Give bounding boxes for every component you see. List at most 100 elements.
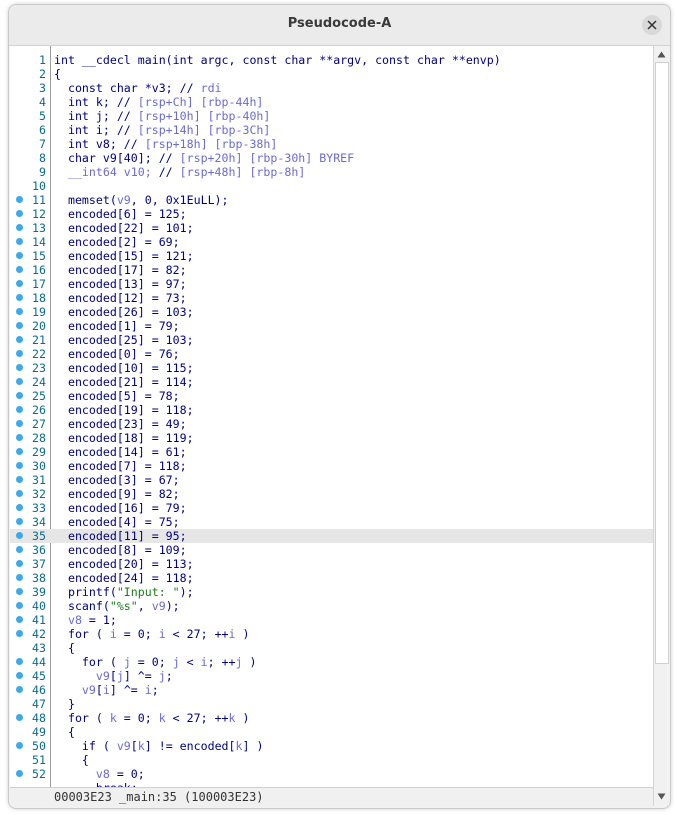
code-line[interactable]: 37 encoded[20] = 113; — [10, 557, 653, 571]
breakpoint-dot-icon[interactable] — [16, 658, 23, 665]
breakpoint-dot-icon[interactable] — [16, 350, 23, 357]
breakpoint-dot-icon[interactable] — [16, 210, 23, 217]
code-line[interactable]: 3 const char *v3; // rdi — [10, 81, 653, 95]
code-line[interactable]: 14 encoded[2] = 69; — [10, 235, 653, 249]
breakpoint-dot-icon[interactable] — [16, 770, 23, 777]
breakpoint-dot-icon[interactable] — [16, 266, 23, 273]
pseudocode-editor[interactable]: 1 int __cdecl main(int argc, const char *… — [10, 46, 653, 787]
code-line[interactable]: 45 v9[j] ^= j; — [10, 669, 653, 683]
scrollbar-thumb[interactable] — [655, 62, 669, 664]
code-line[interactable]: 41 v8 = 1; — [10, 613, 653, 627]
breakpoint-dot-icon[interactable] — [16, 476, 23, 483]
code-line[interactable]: 22 encoded[0] = 76; — [10, 347, 653, 361]
code-line[interactable]: 21 encoded[25] = 103; — [10, 333, 653, 347]
code-line[interactable]: 42 for ( i = 0; i < 27; ++i ) — [10, 627, 653, 641]
code-line[interactable]: 26 encoded[19] = 118; — [10, 403, 653, 417]
code-line[interactable]: 35 encoded[11] = 95; — [10, 529, 653, 543]
breakpoint-dot-icon[interactable] — [16, 588, 23, 595]
code-token: k — [109, 711, 117, 725]
scroll-down-button[interactable] — [654, 790, 669, 804]
breakpoint-dot-icon[interactable] — [16, 630, 23, 637]
code-line[interactable]: 19 encoded[26] = 103; — [10, 305, 653, 319]
code-line[interactable]: 43 { — [10, 641, 653, 655]
code-line[interactable]: 38 encoded[24] = 118; — [10, 571, 653, 585]
breakpoint-dot-icon[interactable] — [16, 602, 23, 609]
code-line[interactable]: 16 encoded[17] = 82; — [10, 263, 653, 277]
code-line[interactable]: 15 encoded[15] = 121; — [10, 249, 653, 263]
breakpoint-dot-icon[interactable] — [16, 504, 23, 511]
breakpoint-dot-icon[interactable] — [16, 448, 23, 455]
close-button[interactable] — [642, 15, 662, 35]
code-line[interactable]: 29 encoded[14] = 61; — [10, 445, 653, 459]
code-line[interactable]: 39 printf("Input: "); — [10, 585, 653, 599]
code-line[interactable]: 25 encoded[5] = 78; — [10, 389, 653, 403]
scroll-up-button[interactable] — [654, 48, 669, 62]
breakpoint-dot-icon[interactable] — [16, 574, 23, 581]
breakpoint-dot-icon[interactable] — [16, 672, 23, 679]
code-line[interactable]: 31 encoded[3] = 67; — [10, 473, 653, 487]
code-line[interactable]: 36 encoded[8] = 109; — [10, 543, 653, 557]
code-line[interactable]: 6 int i; // [rsp+14h] [rbp-3Ch] — [10, 123, 653, 137]
breakpoint-dot-icon[interactable] — [16, 252, 23, 259]
code-line[interactable]: 46 v9[i] ^= i; — [10, 683, 653, 697]
code-line[interactable]: 49 { — [10, 725, 653, 739]
breakpoint-dot-icon[interactable] — [16, 336, 23, 343]
breakpoint-dot-icon[interactable] — [16, 406, 23, 413]
code-line[interactable]: 50 if ( v9[k] != encoded[k] ) — [10, 739, 653, 753]
breakpoint-dot-icon[interactable] — [16, 196, 23, 203]
breakpoint-dot-icon[interactable] — [16, 294, 23, 301]
breakpoint-dot-icon[interactable] — [16, 392, 23, 399]
code-line[interactable]: 47 } — [10, 697, 653, 711]
code-line[interactable]: 44 for ( j = 0; j < i; ++j ) — [10, 655, 653, 669]
breakpoint-dot-icon[interactable] — [16, 616, 23, 623]
code-line[interactable]: 40 scanf("%s", v9); — [10, 599, 653, 613]
breakpoint-dot-icon[interactable] — [16, 546, 23, 553]
breakpoint-dot-icon[interactable] — [16, 280, 23, 287]
code-line[interactable]: 51 { — [10, 753, 653, 767]
breakpoint-dot-icon[interactable] — [16, 378, 23, 385]
breakpoint-dot-icon[interactable] — [16, 518, 23, 525]
title-bar[interactable]: Pseudocode-A — [9, 5, 670, 46]
code-line[interactable]: 1 int __cdecl main(int argc, const char *… — [10, 53, 653, 67]
code-line[interactable]: 12 encoded[6] = 125; — [10, 207, 653, 221]
code-line[interactable]: 28 encoded[18] = 119; — [10, 431, 653, 445]
breakpoint-dot-icon[interactable] — [16, 462, 23, 469]
code-line[interactable]: 4 int k; // [rsp+Ch] [rbp-44h] — [10, 95, 653, 109]
code-line[interactable]: 32 encoded[9] = 82; — [10, 487, 653, 501]
code-line[interactable]: 20 encoded[1] = 79; — [10, 319, 653, 333]
code-line[interactable]: 9 __int64 v10; // [rsp+48h] [rbp-8h] — [10, 165, 653, 179]
breakpoint-dot-icon[interactable] — [16, 532, 23, 539]
code-line[interactable]: 34 encoded[4] = 75; — [10, 515, 653, 529]
code-line[interactable]: 18 encoded[12] = 73; — [10, 291, 653, 305]
breakpoint-dot-icon[interactable] — [16, 322, 23, 329]
code-line[interactable]: 48 for ( k = 0; k < 27; ++k ) — [10, 711, 653, 725]
breakpoint-dot-icon[interactable] — [16, 420, 23, 427]
breakpoint-dot-icon[interactable] — [16, 224, 23, 231]
code-line[interactable]: 23 encoded[10] = 115; — [10, 361, 653, 375]
code-token: ); — [165, 599, 180, 613]
breakpoint-dot-icon[interactable] — [16, 308, 23, 315]
code-line[interactable]: 17 encoded[13] = 97; — [10, 277, 653, 291]
code-line[interactable]: 30 encoded[7] = 118; — [10, 459, 653, 473]
code-line[interactable]: 5 int j; // [rsp+10h] [rbp-40h] — [10, 109, 653, 123]
code-line[interactable]: 2{ — [10, 67, 653, 81]
breakpoint-dot-icon[interactable] — [16, 490, 23, 497]
line-number: 27 — [32, 417, 46, 431]
code-line[interactable]: 8 char v9[40]; // [rsp+20h] [rbp-30h] BY… — [10, 151, 653, 165]
breakpoint-dot-icon[interactable] — [16, 434, 23, 441]
code-line[interactable]: 10 — [10, 179, 653, 193]
breakpoint-dot-icon[interactable] — [16, 686, 23, 693]
code-line[interactable]: 27 encoded[23] = 49; — [10, 417, 653, 431]
code-line[interactable]: 52 v8 = 0; — [10, 767, 653, 781]
code-line[interactable]: 33 encoded[16] = 79; — [10, 501, 653, 515]
code-line[interactable]: 11 memset(v9, 0, 0x1EuLL); — [10, 193, 653, 207]
breakpoint-dot-icon[interactable] — [16, 742, 23, 749]
breakpoint-dot-icon[interactable] — [16, 714, 23, 721]
code-line[interactable]: 7 int v8; // [rsp+18h] [rbp-38h] — [10, 137, 653, 151]
code-line[interactable]: 13 encoded[22] = 101; — [10, 221, 653, 235]
code-line[interactable]: 24 encoded[21] = 114; — [10, 375, 653, 389]
breakpoint-dot-icon[interactable] — [16, 364, 23, 371]
vertical-scrollbar[interactable] — [653, 46, 669, 806]
breakpoint-dot-icon[interactable] — [16, 238, 23, 245]
breakpoint-dot-icon[interactable] — [16, 560, 23, 567]
